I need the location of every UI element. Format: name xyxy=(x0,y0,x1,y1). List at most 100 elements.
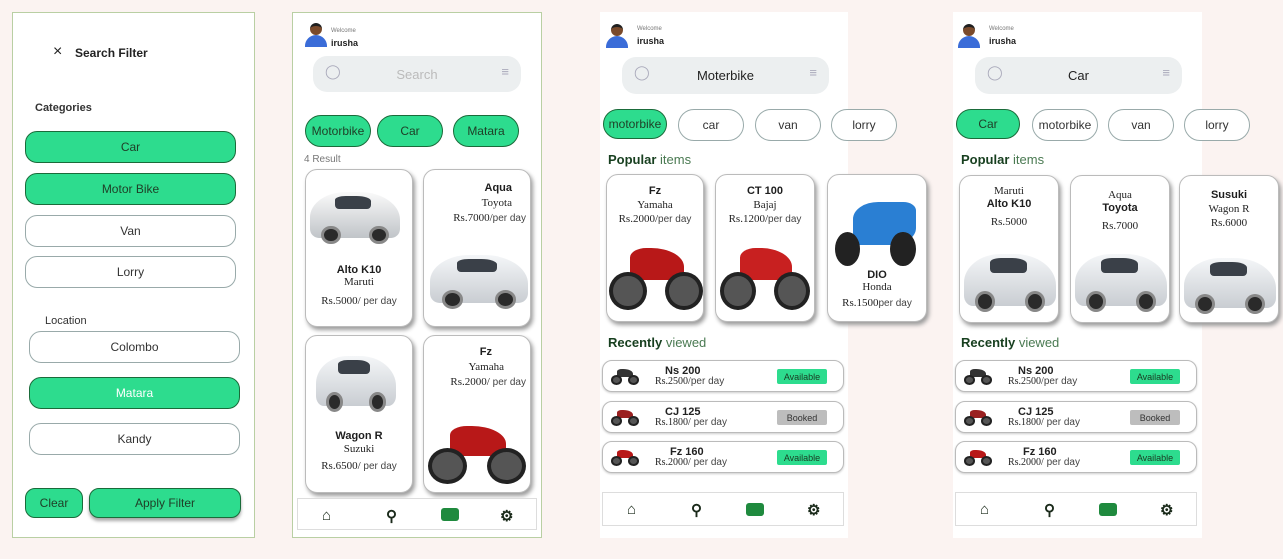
bottom-nav: ⌂ ⚲ ⚙ xyxy=(602,492,844,526)
category-car[interactable]: Car xyxy=(25,131,236,163)
price-value: Rs.7000/ xyxy=(453,212,493,224)
vehicle-card[interactable]: Fz Yamaha Rs.2000/ per day xyxy=(423,335,531,493)
search-icon[interactable]: ⚲ xyxy=(691,501,702,519)
category-van[interactable]: Van xyxy=(25,215,236,247)
location-kandy[interactable]: Kandy xyxy=(29,423,240,455)
vehicle-card[interactable]: Wagon R Suzuki Rs.6500/ per day xyxy=(305,335,413,493)
car-image xyxy=(316,356,396,412)
status-badge: Available xyxy=(777,369,827,384)
results-screen: Welcome irusha ◯ Search ≡ Motorbike Car … xyxy=(292,12,542,538)
popular-card[interactable]: DIO Honda Rs.1500per day xyxy=(827,174,927,322)
home-icon[interactable]: ⌂ xyxy=(980,501,989,518)
card-price: Rs.6000 xyxy=(1210,217,1248,229)
chip-motorbike[interactable]: Motorbike xyxy=(305,115,371,147)
row-price: Rs.1800/ per day xyxy=(1008,417,1080,428)
card-title: DIO xyxy=(867,269,887,281)
bottom-nav: ⌂ ⚲ ⚙ xyxy=(955,492,1197,526)
clear-button[interactable]: Clear xyxy=(25,488,83,518)
search-input[interactable]: Moterbike xyxy=(697,68,754,83)
chip-van[interactable]: van xyxy=(755,109,821,141)
settings-icon[interactable]: ⚙ xyxy=(1160,501,1173,519)
bottom-nav: ⌂ ⚲ ⚙ xyxy=(297,498,537,530)
chat-icon[interactable] xyxy=(746,503,764,516)
welcome-text: Welcome xyxy=(331,28,356,34)
home-icon[interactable]: ⌂ xyxy=(627,501,636,518)
popular-heading: Popular items xyxy=(961,152,1044,167)
price-value: Rs.1500 xyxy=(842,297,879,309)
chip-motorbike[interactable]: motorbike xyxy=(603,109,667,139)
price-value: Rs.1200/ xyxy=(728,213,769,225)
status-badge: Available xyxy=(1130,450,1180,465)
search-icon[interactable]: ⚲ xyxy=(1044,501,1055,519)
recent-rest: viewed xyxy=(1015,335,1060,350)
close-icon[interactable]: × xyxy=(53,43,62,61)
welcome-text: Welcome xyxy=(989,26,1014,32)
price-unit: per day xyxy=(489,377,526,388)
car-screen: Welcome irusha ◯ Car ≡ Car motorbike van… xyxy=(953,12,1279,538)
search-input[interactable]: Car xyxy=(1068,68,1089,83)
location-matara[interactable]: Matara xyxy=(29,377,240,409)
popular-card[interactable]: Maruti Alto K10 Rs.5000 xyxy=(959,175,1059,323)
chat-icon[interactable] xyxy=(1099,503,1117,516)
recent-row[interactable]: Ns 200 Rs.2500/per day Available xyxy=(602,360,844,392)
recent-row[interactable]: Fz 160 Rs.2000/ per day Available xyxy=(602,441,844,473)
filter-icon[interactable]: ≡ xyxy=(1162,65,1170,80)
price-value: Rs.6500/ xyxy=(321,460,361,472)
search-icon: ◯ xyxy=(634,64,650,80)
scooter-image xyxy=(830,181,920,266)
filter-icon[interactable]: ≡ xyxy=(809,65,817,80)
motorbike-thumb xyxy=(611,408,639,426)
price-unit: per day xyxy=(360,461,397,472)
chip-car[interactable]: Car xyxy=(956,109,1020,139)
settings-icon[interactable]: ⚙ xyxy=(807,501,820,519)
chip-car[interactable]: Car xyxy=(377,115,443,147)
search-icon[interactable]: ⚲ xyxy=(386,507,397,525)
chip-motorbike[interactable]: motorbike xyxy=(1032,109,1098,141)
search-bar[interactable]: ◯ Search ≡ xyxy=(313,56,521,92)
price-unit: per day xyxy=(1043,417,1080,428)
popular-card[interactable]: Susuki Wagon R Rs.6000 xyxy=(1179,175,1279,323)
row-price: Rs.1800/ per day xyxy=(655,417,727,428)
chip-lorry[interactable]: lorry xyxy=(831,109,897,141)
apply-filter-button[interactable]: Apply Filter xyxy=(89,488,241,518)
card-price: Rs.2000/ per day xyxy=(424,376,526,388)
search-bar[interactable]: ◯ Car ≡ xyxy=(975,57,1182,94)
chip-lorry[interactable]: lorry xyxy=(1184,109,1250,141)
price-value: Rs.2500/ xyxy=(1008,376,1044,387)
chip-van[interactable]: van xyxy=(1108,109,1174,141)
popular-card[interactable]: Fz Yamaha Rs.2000/per day xyxy=(606,174,704,322)
price-value: Rs.5000/ xyxy=(321,295,361,307)
search-input[interactable]: Search xyxy=(396,67,437,82)
recent-row[interactable]: CJ 125 Rs.1800/ per day Booked xyxy=(602,401,844,433)
chat-icon[interactable] xyxy=(441,508,459,521)
popular-rest: items xyxy=(656,152,692,167)
status-badge: Booked xyxy=(777,410,827,425)
filter-icon[interactable]: ≡ xyxy=(501,64,509,79)
vehicle-card[interactable]: Alto K10 Maruti Rs.5000/ per day xyxy=(305,169,413,327)
home-icon[interactable]: ⌂ xyxy=(322,507,331,524)
recent-row[interactable]: Fz 160 Rs.2000/ per day Available xyxy=(955,441,1197,473)
popular-card[interactable]: CT 100 Bajaj Rs.1200/per day xyxy=(715,174,815,322)
price-unit: per day xyxy=(690,457,727,468)
category-motor-bike[interactable]: Motor Bike xyxy=(25,173,236,205)
card-price: Rs.5000 xyxy=(990,216,1028,228)
recent-row[interactable]: CJ 125 Rs.1800/ per day Booked xyxy=(955,401,1197,433)
chip-car[interactable]: car xyxy=(678,109,744,141)
location-colombo[interactable]: Colombo xyxy=(29,331,240,363)
search-bar[interactable]: ◯ Moterbike ≡ xyxy=(622,57,829,94)
card-subtitle: Maruti xyxy=(344,276,374,288)
card-subtitle: Yamaha xyxy=(637,199,673,211)
username: irusha xyxy=(331,38,359,48)
card-price: Rs.7000 xyxy=(1101,220,1139,232)
vehicle-card[interactable]: Aqua Toyota Rs.7000/per day xyxy=(423,169,531,327)
card-title: Aqua xyxy=(1108,189,1132,201)
recent-row[interactable]: Ns 200 Rs.2500/per day Available xyxy=(955,360,1197,392)
card-subtitle: Yamaha xyxy=(468,361,504,373)
popular-card[interactable]: Aqua Toyota Rs.7000 xyxy=(1070,175,1170,323)
motorbike-thumb xyxy=(964,408,992,426)
price-value: Rs.2500/ xyxy=(655,376,691,387)
recent-bold: Recently xyxy=(608,335,663,350)
settings-icon[interactable]: ⚙ xyxy=(500,507,513,525)
chip-matara[interactable]: Matara xyxy=(453,115,519,147)
category-lorry[interactable]: Lorry xyxy=(25,256,236,288)
